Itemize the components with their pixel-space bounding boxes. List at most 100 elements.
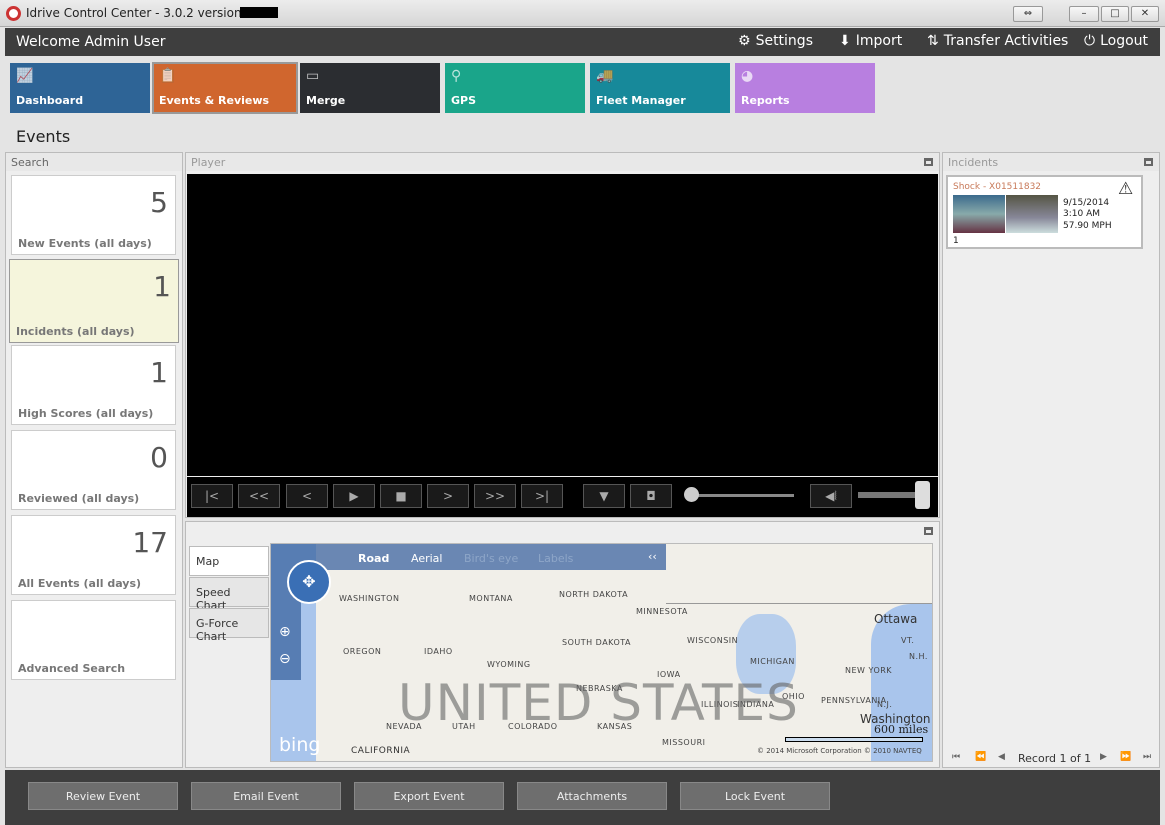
collapse-nav-button[interactable]: ‹‹ [648, 550, 657, 563]
export-event-button[interactable]: Export Event [354, 782, 504, 810]
gear-icon: ⚙ [738, 33, 751, 49]
welcome-text: Welcome Admin User [16, 34, 166, 50]
mode-aerial[interactable]: Aerial [411, 552, 442, 565]
camera-thumbnail-front [953, 195, 1005, 233]
card-new-events[interactable]: 5 New Events (all days) [11, 175, 176, 255]
next-page-icon[interactable]: ⏩ [1120, 752, 1131, 762]
seek-slider[interactable] [690, 494, 794, 497]
review-event-button[interactable]: Review Event [28, 782, 178, 810]
map-view[interactable]: Road Aerial Bird's eye Labels ‹‹ ✥ ⊕ ⊖ W… [270, 543, 933, 762]
first-frame-button[interactable]: |< [191, 484, 233, 508]
transfer-activities-link[interactable]: ⇅ Transfer Activities [927, 33, 1068, 49]
pan-control-icon[interactable]: ✥ [287, 560, 331, 604]
download-icon[interactable]: ▼ [583, 484, 625, 508]
pie-chart-icon: ◕ [741, 68, 754, 84]
fast-forward-button[interactable]: >> [474, 484, 516, 508]
card-incidents[interactable]: 1 Incidents (all days) [9, 259, 179, 343]
city-label: Ottawa [874, 612, 918, 626]
copyright-text: © 2014 Microsoft Corporation © 2010 NAVT… [757, 747, 922, 755]
state-label: South Dakota [562, 638, 632, 647]
zoom-in-icon[interactable]: ⊕ [279, 624, 291, 640]
state-label: Oregon [343, 647, 382, 656]
logout-link[interactable]: ⏻ Logout [1084, 33, 1148, 49]
card-label: Incidents (all days) [16, 325, 135, 338]
prev-page-icon[interactable]: ⏪ [975, 752, 986, 762]
email-event-button[interactable]: Email Event [191, 782, 341, 810]
mode-labels[interactable]: Labels [538, 552, 573, 565]
card-all-events[interactable]: 17 All Events (all days) [11, 515, 176, 595]
tile-dashboard[interactable]: 📈 Dashboard [10, 63, 150, 113]
import-link[interactable]: ⬇ Import [839, 33, 902, 49]
app-logo-icon [6, 6, 21, 21]
tab-g-force-chart[interactable]: G-Force Chart [189, 608, 269, 643]
prev-record-icon[interactable]: ◀ [998, 752, 1005, 762]
redacted-version [240, 7, 278, 18]
card-label: All Events (all days) [18, 577, 142, 590]
camera-icon[interactable]: ◘ [630, 484, 672, 508]
tile-label: GPS [451, 94, 477, 107]
step-forward-button[interactable]: > [427, 484, 469, 508]
count: 1 [150, 356, 168, 389]
tab-speed-chart[interactable]: Speed Chart [189, 577, 269, 612]
bing-logo: bing [279, 734, 320, 756]
app-header: Welcome Admin User ⚙ Settings ⬇ Import ⇅ Tr… [5, 28, 1160, 56]
card-reviewed[interactable]: 0 Reviewed (all days) [11, 430, 176, 510]
settings-label: Settings [755, 33, 813, 49]
volume-handle[interactable] [915, 481, 930, 509]
zoom-out-icon[interactable]: ⊖ [279, 651, 291, 667]
tile-merge[interactable]: ▭ Merge [300, 63, 440, 113]
step-back-button[interactable]: < [286, 484, 328, 508]
count: 5 [150, 186, 168, 219]
first-record-icon[interactable]: ⏮ [952, 752, 960, 762]
state-label: N.H. [909, 652, 928, 661]
camera-thumbnail-cabin [1006, 195, 1058, 233]
incidents-panel: Incidents Shock - X01511832 ⚠ 9/15/2014 … [942, 152, 1160, 768]
lock-event-button[interactable]: Lock Event [680, 782, 830, 810]
minimize-panel-icon[interactable] [924, 527, 933, 535]
minimize-button[interactable]: – [1069, 6, 1099, 22]
scale-bar [785, 737, 923, 742]
volume-icon[interactable]: ◀⦚ [810, 484, 852, 508]
restore-size-button[interactable]: ⇔ [1013, 6, 1043, 22]
minimize-panel-icon[interactable] [1144, 158, 1153, 166]
last-frame-button[interactable]: >| [521, 484, 563, 508]
last-record-icon[interactable]: ⏭ [1143, 752, 1151, 762]
video-area[interactable] [187, 174, 938, 476]
stop-button[interactable]: ■ [380, 484, 422, 508]
state-label: New York [845, 666, 893, 675]
tile-label: Merge [306, 94, 346, 107]
tile-events-reviews[interactable]: 📋 Events & Reviews [152, 62, 298, 114]
fast-rewind-button[interactable]: << [238, 484, 280, 508]
page-title: Events [16, 127, 71, 146]
maximize-button[interactable]: □ [1101, 6, 1129, 22]
state-label: Michigan [750, 657, 795, 666]
tile-fleet-manager[interactable]: 🚚 Fleet Manager [590, 63, 730, 113]
incident-item[interactable]: Shock - X01511832 ⚠ 9/15/2014 3:10 AM 57… [946, 175, 1143, 249]
minimize-panel-icon[interactable] [924, 158, 933, 166]
card-high-scores[interactable]: 1 High Scores (all days) [11, 345, 176, 425]
mode-birds-eye[interactable]: Bird's eye [464, 552, 518, 565]
card-label: Advanced Search [18, 662, 126, 675]
play-button[interactable]: ▶ [333, 484, 375, 508]
state-label: Idaho [424, 647, 453, 656]
state-label: Missouri [662, 738, 706, 747]
close-button[interactable]: ✕ [1131, 6, 1159, 22]
tile-label: Events & Reviews [159, 94, 270, 107]
next-record-icon[interactable]: ▶ [1100, 752, 1107, 762]
tab-map[interactable]: Map [189, 546, 269, 576]
tile-reports[interactable]: ◕ Reports [735, 63, 875, 113]
state-label: Wyoming [487, 660, 531, 669]
attachments-button[interactable]: Attachments [517, 782, 667, 810]
transfer-icon: ⇅ [927, 33, 939, 49]
tile-label: Dashboard [16, 94, 84, 107]
logout-label: Logout [1100, 33, 1149, 49]
mode-road[interactable]: Road [358, 552, 389, 565]
card-advanced-search[interactable]: Advanced Search [11, 600, 176, 680]
card-label: New Events (all days) [18, 237, 152, 250]
incident-speed: 57.90 MPH [1063, 221, 1112, 231]
card-label: Reviewed (all days) [18, 492, 140, 505]
settings-link[interactable]: ⚙ Settings [738, 33, 813, 49]
seek-handle[interactable] [684, 487, 699, 502]
tile-gps[interactable]: ⚲ GPS [445, 63, 585, 113]
incident-index: 1 [953, 236, 959, 246]
